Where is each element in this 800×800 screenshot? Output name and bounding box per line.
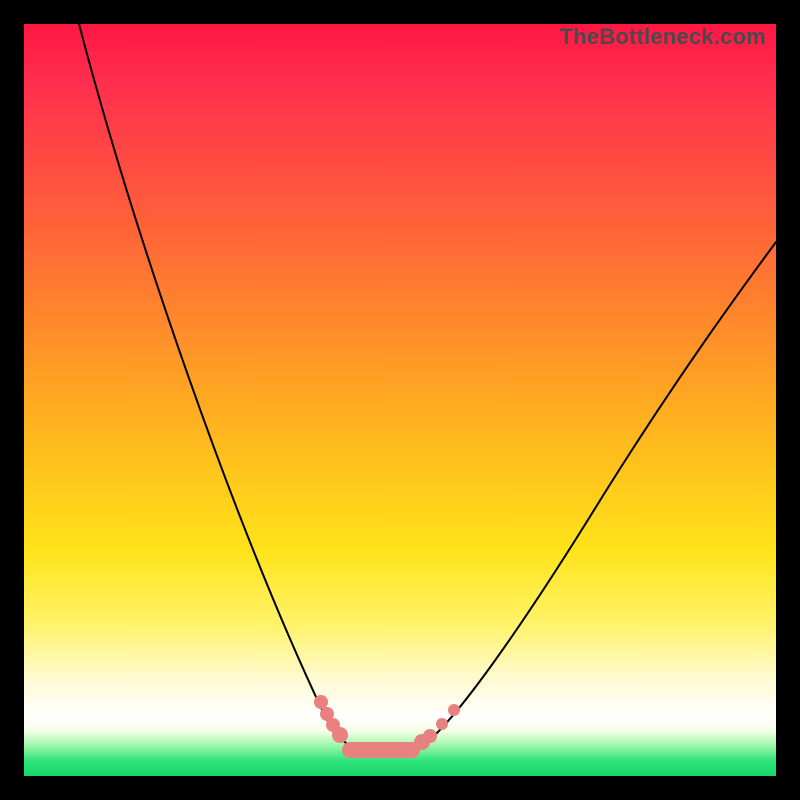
chart-plot-area: TheBottleneck.com [24,24,776,776]
marker-dot [314,695,328,709]
marker-dot [436,718,448,730]
bottleneck-curve [24,24,776,776]
curve-right-branch [422,242,776,746]
valley-highlight-bar [342,742,420,758]
chart-frame: TheBottleneck.com [0,0,800,800]
curve-left-branch [79,24,354,748]
marker-dot [423,729,437,743]
marker-dot [332,727,348,743]
marker-dot-isolated [448,704,460,716]
